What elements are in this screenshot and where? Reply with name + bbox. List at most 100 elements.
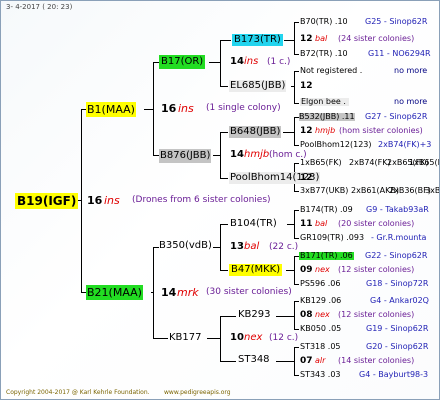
r23-colony: (14 sister colonies) [338, 356, 415, 365]
connector [276, 316, 295, 317]
sire-sire-queen[interactable]: B17(OR) [159, 55, 206, 69]
date-header: 3- 4-2017 ( 20: 23) [6, 3, 73, 11]
connector [207, 338, 221, 339]
r15-left[interactable]: GR109(TR) .093 [300, 234, 364, 242]
r19-right: G4 - Ankar02Q [370, 296, 429, 305]
sire-generation: 16 [161, 102, 177, 115]
r6-left[interactable]: Elgon bee . [300, 98, 349, 106]
footer-url[interactable]: www.pedigreeapis.org [164, 390, 231, 396]
sire-dam-breed: hmjb [244, 149, 270, 160]
connector [213, 247, 221, 248]
sire-breed: ins [178, 102, 194, 115]
connector [294, 54, 299, 55]
r16-right: G22 - Sinop62R [365, 251, 428, 260]
b648-queen[interactable]: B648(JBB) [229, 126, 282, 138]
sire-colony-info: (1 single colony) [206, 103, 281, 113]
sire-sire-generation: 14 [230, 56, 244, 67]
dam-dam-breed: nex [244, 332, 263, 343]
r14-breed: bal [315, 219, 328, 228]
connector [220, 132, 228, 133]
pedigree-canvas: { "header":{"date":"3- 4-2017 ( 20: 23)"… [0, 0, 440, 400]
dam-breed: mrk [177, 286, 199, 299]
el685-queen[interactable]: EL685(JBB) [229, 80, 287, 92]
connector [294, 238, 299, 239]
root-breed: ins [104, 194, 120, 207]
connector [220, 40, 231, 41]
sire-queen[interactable]: B1(MAA) [86, 102, 136, 117]
root-queen[interactable]: B19(IGF) [15, 193, 79, 209]
connector [291, 86, 295, 87]
connector [220, 86, 228, 87]
r22-right: G20 - Sinop62R [366, 342, 429, 351]
connector [209, 62, 221, 63]
root-colony-info: (Drones from 6 sister colonies) [132, 195, 271, 205]
dam-sire-breed: bal [244, 241, 260, 252]
sire-dam-generation: 14 [230, 149, 244, 160]
connector [294, 191, 299, 192]
connector [294, 301, 295, 329]
r8-colony: (hom sister colonies) [339, 126, 423, 135]
connector [276, 361, 295, 362]
r24-left[interactable]: ST343 .03 [300, 371, 341, 379]
b47-queen[interactable]: B47(MKK) [229, 264, 283, 276]
r7-left[interactable]: B532(JBB) .11 [299, 113, 355, 121]
dam-dam-queen[interactable]: KB177 [169, 333, 202, 343]
connector [220, 316, 236, 317]
b173-queen[interactable]: B173(TR) [232, 34, 283, 46]
r16-left[interactable]: B171(TR) .06 [299, 252, 354, 260]
dam-sire-queen[interactable]: B350(vdB) [159, 241, 212, 251]
dam-sire-colony-info: (22 c.) [269, 242, 299, 252]
connector [144, 109, 154, 110]
connector [294, 210, 299, 211]
r19-left[interactable]: KB129 .06 [300, 297, 341, 305]
r5-gen: 12 [300, 81, 313, 91]
connector [283, 132, 295, 133]
r10-a[interactable]: 1xB65(FK) [300, 159, 342, 167]
r22-left[interactable]: ST318 .05 [300, 343, 341, 351]
b104-queen[interactable]: B104(TR) [229, 218, 278, 230]
r18-right: G18 - Sinop72R [366, 279, 429, 288]
r12-a[interactable]: 3xB77(UKB) [300, 187, 348, 195]
dam-dam-colony-info: (12 c.) [269, 333, 299, 343]
r4-right: no more [394, 66, 428, 75]
connector [220, 40, 221, 86]
sire-dam-queen[interactable]: B876(JBB) [159, 149, 212, 163]
r24-right: G4 - Bayburt98-3 [359, 370, 429, 379]
dam-colony-info: (30 sister colonies) [206, 287, 292, 297]
connector [294, 71, 295, 103]
sire-sire-breed: ins [244, 56, 259, 67]
connector [294, 301, 299, 302]
r20-colony: (12 sister colonies) [338, 310, 415, 319]
r13-left[interactable]: B174(TR) .09 [300, 206, 353, 214]
r18-left[interactable]: PS596 .06 [300, 280, 340, 288]
footer-copyright: Copyright 2004-2017 @ Karl Kehrle Founda… [6, 389, 150, 396]
r9-left[interactable]: PoolBhom12(123) [300, 141, 372, 149]
r4-left[interactable]: Not registered . [300, 67, 363, 75]
r9-right: 2xB74(FK)+3 [378, 140, 432, 149]
sire-sire-colony-info: (1 c.) [267, 57, 291, 67]
kb293-queen[interactable]: KB293 [238, 310, 271, 320]
st348-queen[interactable]: ST348 [238, 355, 270, 365]
r3-right: G11 - NO6294R [368, 49, 431, 58]
r17-colony: (12 sister colonies) [338, 265, 415, 274]
r3-left[interactable]: B72(TR) .10 [300, 50, 348, 58]
r2-gen: 12 [300, 34, 313, 44]
connector [153, 338, 168, 339]
r21-left[interactable]: KB050 .05 [300, 325, 341, 333]
r13-right: G9 - Takab93aR [366, 205, 429, 214]
connector [294, 329, 299, 330]
r2-colony: (24 sister colonies) [338, 34, 415, 43]
connector [294, 22, 295, 54]
r1-left[interactable]: B70(TR) .10 [300, 18, 348, 26]
r8-breed: hmjb [315, 126, 336, 135]
r10-b: 2xB74(FK) [349, 158, 391, 167]
dam-queen[interactable]: B21(MAA) [86, 285, 143, 300]
r12-d: 3xB [425, 186, 440, 195]
connector [284, 40, 295, 41]
connector [294, 347, 299, 348]
connector [294, 22, 299, 23]
connector [220, 224, 228, 225]
root-generation: 16 [87, 194, 103, 207]
r2-breed: bal [315, 34, 328, 43]
r23-breed: alr [315, 356, 326, 365]
